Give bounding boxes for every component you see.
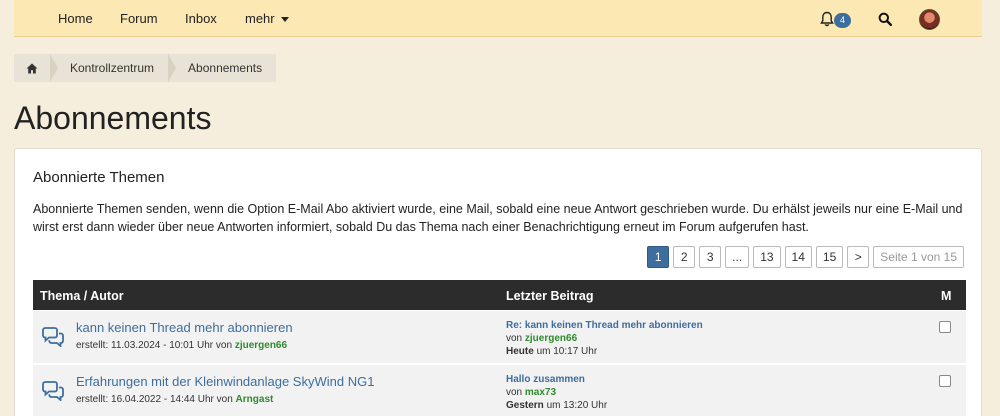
page-button-1[interactable]: 1	[647, 246, 670, 268]
nav-forum[interactable]: Forum	[120, 11, 158, 26]
top-navbar: Home Forum Inbox mehr 4	[14, 0, 982, 37]
page-title: Abonnements	[14, 100, 212, 136]
thread-title-link[interactable]: Erfahrungen mit der Kleinwindanlage SkyW…	[76, 374, 374, 389]
breadcrumb-abonnements[interactable]: Abonnements	[170, 54, 277, 82]
author-link[interactable]: Arngast	[236, 394, 274, 405]
nav-inbox[interactable]: Inbox	[185, 11, 217, 26]
page-info: Seite 1 von 15	[873, 246, 964, 268]
table-header: Thema / Autor Letzter Beitrag M	[33, 280, 966, 310]
panel-description: Abonnierte Themen senden, wenn die Optio…	[33, 202, 963, 234]
discussion-icon	[42, 381, 64, 401]
table-row: Erfahrungen mit der Kleinwindanlage SkyW…	[33, 365, 966, 416]
page-button-15[interactable]: 15	[815, 246, 844, 268]
bell-icon[interactable]	[820, 11, 834, 27]
last-post-hour: um 13:20 Uhr	[546, 400, 608, 411]
last-post-link[interactable]: Hallo zusammen	[506, 374, 585, 385]
last-post-day: Heute	[506, 346, 534, 357]
breadcrumb: Kontrollzentrum Abonnements	[14, 54, 277, 82]
notification-badge[interactable]: 4	[834, 13, 851, 28]
author-link[interactable]: zjuergen66	[235, 340, 287, 351]
last-author-link[interactable]: zjuergen66	[525, 333, 577, 344]
last-post-hour: um 10:17 Uhr	[536, 346, 598, 357]
user-avatar[interactable]	[919, 9, 940, 30]
header-letzter-beitrag: Letzter Beitrag	[506, 289, 594, 303]
last-post-author: von max73	[506, 387, 556, 398]
page-button-2[interactable]: 2	[673, 246, 696, 268]
last-post-author: von zjuergen66	[506, 333, 577, 344]
created-info: erstellt: 16.04.2022 - 14:44 Uhr von	[76, 394, 233, 405]
last-post-time: Heute um 10:17 Uhr	[506, 346, 597, 357]
last-post-link[interactable]: Re: kann keinen Thread mehr abonnieren	[506, 320, 703, 331]
created-info: erstellt: 11.03.2024 - 10:01 Uhr von	[76, 340, 233, 351]
header-thema-autor: Thema / Autor	[40, 289, 124, 303]
page-button-14[interactable]: 14	[784, 246, 812, 268]
breadcrumb-kontrollzentrum[interactable]: Kontrollzentrum	[52, 54, 177, 82]
by-label: von	[506, 333, 523, 344]
by-label: von	[506, 387, 523, 398]
page-button-3[interactable]: 3	[699, 246, 722, 268]
home-icon	[26, 63, 38, 74]
table-row: kann keinen Thread mehr abonnieren erste…	[33, 311, 966, 364]
thread-meta: erstellt: 11.03.2024 - 10:01 Uhr von zju…	[76, 340, 287, 351]
select-checkbox[interactable]	[939, 321, 951, 333]
thread-meta: erstellt: 16.04.2022 - 14:44 Uhr von Arn…	[76, 394, 273, 405]
header-m: M	[941, 289, 952, 303]
select-checkbox[interactable]	[939, 375, 951, 387]
page-ellipsis[interactable]: ...	[725, 246, 750, 268]
nav-more-dropdown[interactable]: mehr	[245, 11, 289, 26]
last-author-link[interactable]: max73	[525, 387, 556, 398]
discussion-icon	[42, 327, 64, 347]
last-post-time: Gestern um 13:20 Uhr	[506, 400, 607, 411]
nav-home[interactable]: Home	[58, 11, 93, 26]
last-post-day: Gestern	[506, 400, 544, 411]
thread-title-link[interactable]: kann keinen Thread mehr abonnieren	[76, 320, 293, 335]
subscriptions-panel: Abonnierte Themen Abonnierte Themen send…	[14, 148, 982, 416]
panel-title: Abonnierte Themen	[33, 169, 165, 186]
breadcrumb-home[interactable]	[14, 54, 58, 82]
pagination: 1 2 3 ... 13 14 15 > Seite 1 von 15	[647, 246, 964, 268]
search-icon[interactable]	[878, 12, 892, 26]
next-page-button[interactable]: >	[847, 246, 870, 268]
page-button-13[interactable]: 13	[753, 246, 781, 268]
